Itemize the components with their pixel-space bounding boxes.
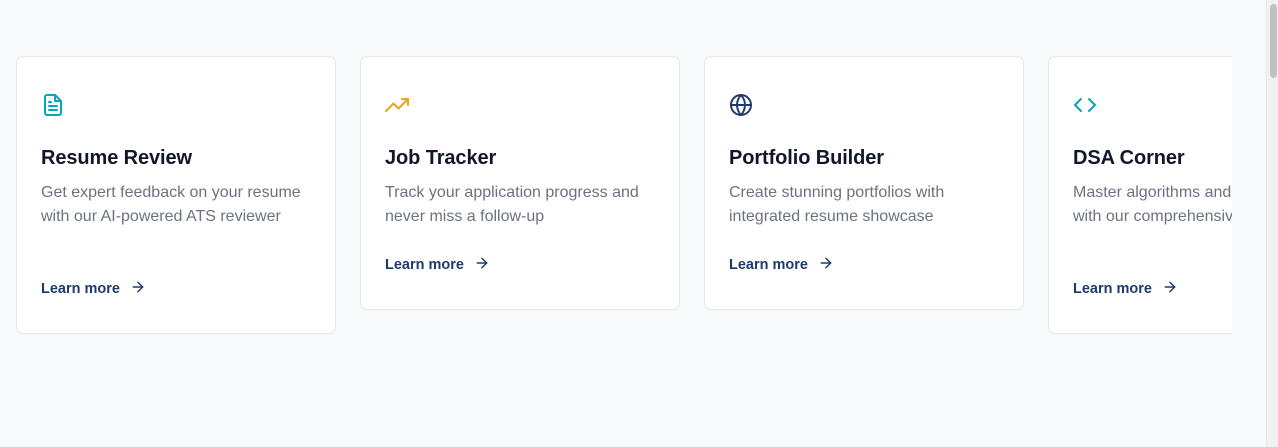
feature-description: Get expert feedback on your resume with … <box>41 184 301 225</box>
arrow-right-icon <box>1162 279 1178 299</box>
globe-icon <box>729 93 753 117</box>
arrow-right-icon <box>474 255 490 275</box>
learn-more-label: Learn more <box>385 257 464 273</box>
feature-title: Job Tracker <box>385 147 497 169</box>
learn-more-link[interactable]: Learn more <box>1073 279 1178 299</box>
arrow-right-icon <box>130 279 146 299</box>
vertical-scrollbar[interactable] <box>1266 0 1278 447</box>
feature-title: Resume Review <box>41 147 192 169</box>
trending-up-icon <box>385 93 409 117</box>
feature-title: Portfolio Builder <box>729 147 884 169</box>
learn-more-label: Learn more <box>729 257 808 273</box>
features-carousel: Resume Review Get expert feedback on you… <box>0 0 1232 447</box>
feature-card-portfolio-builder[interactable]: Portfolio Builder Create stunning portfo… <box>704 56 1024 310</box>
feature-description: Master algorithms and data structures wi… <box>1073 184 1232 225</box>
learn-more-link[interactable]: Learn more <box>41 279 146 299</box>
code-icon <box>1073 93 1097 117</box>
feature-card-job-tracker[interactable]: Job Tracker Track your application progr… <box>360 56 680 310</box>
scrollbar-thumb[interactable] <box>1270 4 1277 78</box>
learn-more-label: Learn more <box>1073 281 1152 297</box>
feature-title: DSA Corner <box>1073 147 1185 169</box>
learn-more-link[interactable]: Learn more <box>385 255 490 275</box>
feature-description: Track your application progress and neve… <box>385 184 639 225</box>
feature-card-dsa-corner[interactable]: DSA Corner Master algorithms and data st… <box>1048 56 1232 334</box>
feature-card-resume-review[interactable]: Resume Review Get expert feedback on you… <box>16 56 336 334</box>
document-icon <box>41 93 65 117</box>
arrow-right-icon <box>818 255 834 275</box>
feature-description: Create stunning portfolios with integrat… <box>729 184 945 225</box>
learn-more-link[interactable]: Learn more <box>729 255 834 275</box>
learn-more-label: Learn more <box>41 281 120 297</box>
